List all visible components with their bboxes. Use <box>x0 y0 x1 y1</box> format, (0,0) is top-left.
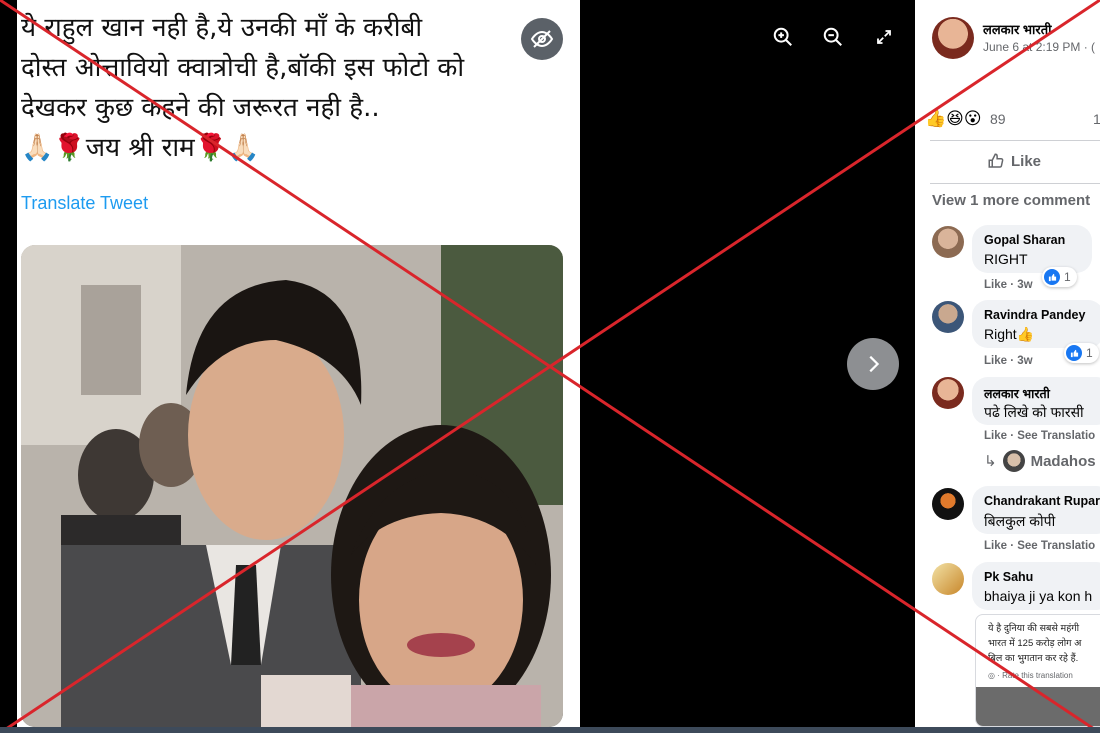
view-more-comments[interactable]: View 1 more comment <box>932 192 1090 209</box>
comment-actions[interactable]: Like · 3w <box>984 355 1033 367</box>
comment-author[interactable]: Chandrakant Rupar <box>984 494 1100 508</box>
comment-actions[interactable]: Like · See Translatio <box>984 540 1095 552</box>
tweet-screenshot: ये राहुल खान नही है,ये उनकी माँ के करीबी… <box>17 0 580 727</box>
comment-bubble: Gopal Sharan RIGHT <box>972 225 1092 273</box>
comment-author[interactable]: Gopal Sharan <box>984 233 1065 247</box>
taskbar <box>0 727 1100 733</box>
comment-author[interactable]: Ravindra Pandey <box>984 308 1085 322</box>
comment-text: Right👍 <box>984 326 1035 342</box>
reaction-icons[interactable]: 👍😆😮 <box>925 109 982 129</box>
zoom-in-icon[interactable] <box>768 22 798 52</box>
post-timestamp[interactable]: June 6 at 2:19 PM · ( <box>983 40 1095 54</box>
like-reaction-icon <box>1044 269 1060 285</box>
translate-tweet-link[interactable]: Translate Tweet <box>21 193 148 214</box>
reply-thread[interactable]: ↳ Madahos <box>984 450 1096 472</box>
reply-author: Madahos <box>1030 452 1096 470</box>
comment-reactions[interactable]: 1 <box>1064 343 1099 363</box>
post-sidebar: ललकार भारती June 6 at 2:19 PM · ( 👍😆😮 89… <box>915 0 1100 727</box>
comment-bubble: Chandrakant Rupar बिलकुल कोपी <box>972 486 1100 534</box>
divider <box>930 140 1100 141</box>
like-reaction-icon <box>1066 345 1082 361</box>
avatar <box>1002 450 1025 472</box>
avatar[interactable] <box>932 17 974 59</box>
chevron-right-icon <box>869 355 880 373</box>
comment-bubble: Pk Sahu bhaiya ji ya kon h <box>972 562 1100 610</box>
like-label: Like <box>1011 152 1042 170</box>
comment-text: RIGHT <box>984 251 1028 267</box>
thumbs-up-icon <box>988 153 1004 168</box>
screenshot: ये राहुल खान नही है,ये उनकी माँ के करीबी… <box>0 0 1100 733</box>
comment-bubble: ललकार भारती पढे लिखे को फारसी <box>972 377 1100 425</box>
avatar[interactable] <box>932 488 964 520</box>
comment-actions[interactable]: Like · 3w <box>984 279 1033 291</box>
avatar[interactable] <box>932 377 964 409</box>
tweet-photo <box>21 245 563 727</box>
fullscreen-icon[interactable] <box>869 22 899 52</box>
comment-text: पढे लिखे को फारसी <box>984 404 1084 420</box>
tweet-line: 🙏🏻🌹जय श्री राम🌹🙏🏻 <box>21 133 260 163</box>
avatar[interactable] <box>932 301 964 333</box>
comment-author[interactable]: ललकार भारती <box>984 385 1050 402</box>
tweet-text: ये राहुल खान नही है,ये उनकी माँ के करीबी… <box>21 8 573 168</box>
preview-image <box>976 687 1100 726</box>
tweet-line: दोस्त ओत्तावियो क्वात्रोची है,बॉकी इस फो… <box>21 53 465 83</box>
eye-off-icon[interactable] <box>521 18 563 60</box>
comment-text: बिलकुल कोपी <box>984 513 1056 529</box>
post-author[interactable]: ललकार भारती <box>983 20 1052 38</box>
comment-author[interactable]: Pk Sahu <box>984 570 1033 584</box>
reaction-count[interactable]: 89 <box>990 111 1006 127</box>
avatar[interactable] <box>932 226 964 258</box>
tweet-line: ये राहुल खान नही है,ये उनकी माँ के करीबी <box>21 13 423 43</box>
photo-viewer: ये राहुल खान नही है,ये उनकी माँ के करीबी… <box>0 0 915 727</box>
reply-arrow-icon: ↳ <box>984 453 997 470</box>
zoom-out-icon[interactable] <box>818 22 848 52</box>
next-photo-button[interactable] <box>847 338 899 390</box>
shared-image-preview[interactable]: ये है दुनिया की सबसे महंगी भारत में 125 … <box>975 614 1100 727</box>
comment-reactions[interactable]: 1 <box>1042 267 1077 287</box>
comment-text: bhaiya ji ya kon h <box>984 588 1093 604</box>
tweet-line: देखकर कुछ कहने की जरूरत नही है.. <box>21 93 380 123</box>
comment-count[interactable]: 1 <box>1093 111 1100 127</box>
like-button[interactable]: Like <box>987 152 1041 170</box>
avatar[interactable] <box>932 563 964 595</box>
rate-translation[interactable]: ◎ · Rate this translation <box>988 671 1073 680</box>
comment-bubble: Ravindra Pandey Right👍 <box>972 300 1100 348</box>
comment-actions[interactable]: Like · See Translatio <box>984 430 1095 442</box>
divider <box>930 183 1100 184</box>
